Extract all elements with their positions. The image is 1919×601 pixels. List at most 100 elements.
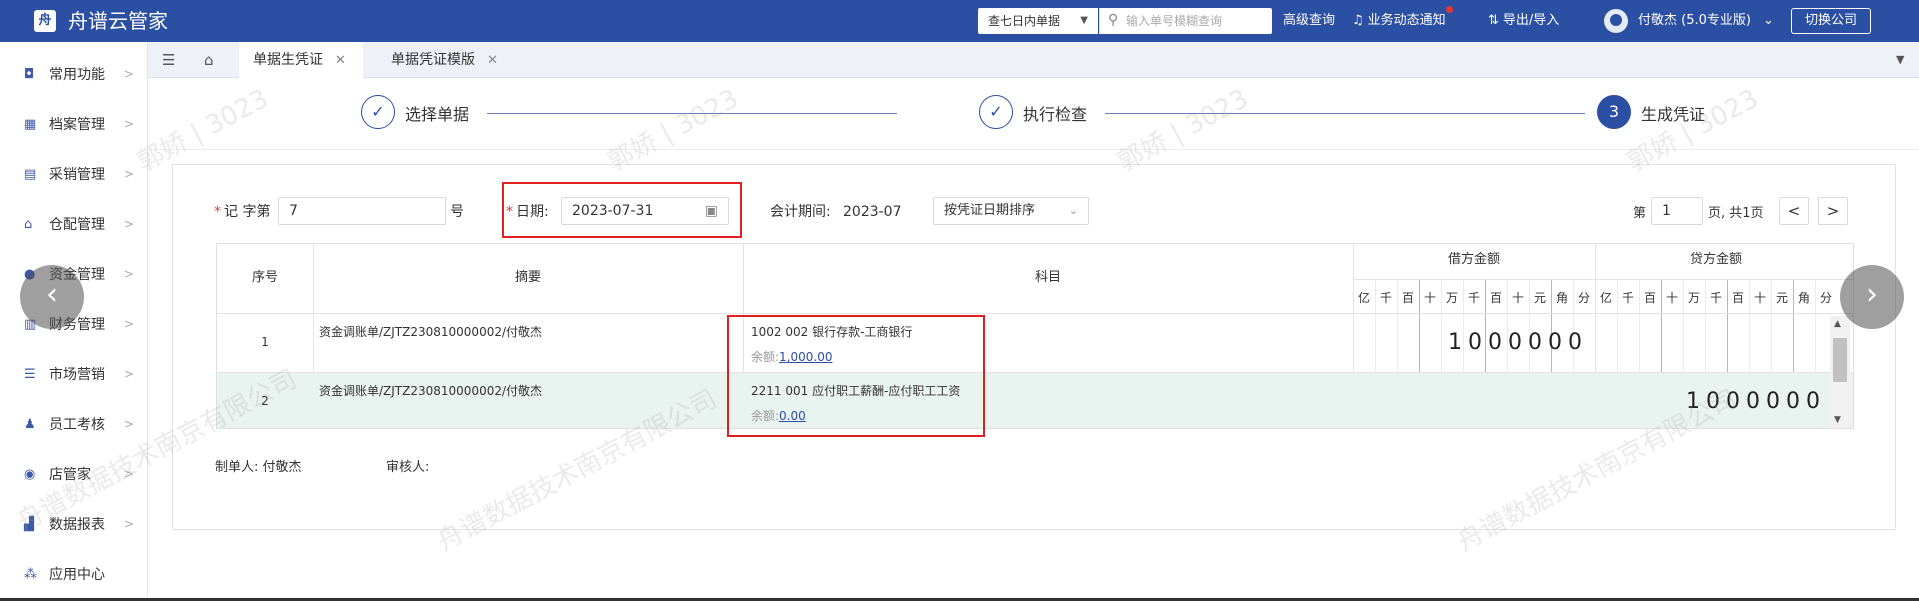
table-row[interactable]: 2 资金调账单/ZJTZ230810000002/付敬杰 2211 001 应付… <box>217 372 1853 428</box>
sidebar-item-archives[interactable]: ▦ 档案管理 > <box>0 100 147 150</box>
digit-unit-header: 十 <box>1423 291 1436 305</box>
digit-unit-header: 十 <box>1665 291 1678 305</box>
carousel-prev-button[interactable]: ‹ <box>20 265 84 329</box>
required-mark: * <box>506 204 513 220</box>
close-icon[interactable]: ✕ <box>335 53 346 68</box>
digit-unit-header: 角 <box>1555 291 1568 305</box>
advanced-search-link[interactable]: 高级查询 <box>1283 13 1335 29</box>
sidebar-item-label: 采销管理 <box>49 167 105 183</box>
check-icon: ✓ <box>979 95 1013 129</box>
header-index: 序号 <box>251 270 278 285</box>
row-summary: 资金调账单/ZJTZ230810000002/付敬杰 <box>319 384 543 398</box>
people-icon: ♟ <box>24 417 36 432</box>
step-label: 选择单据 <box>405 105 470 124</box>
store-icon: ◉ <box>24 467 36 482</box>
notifications-button[interactable]: ♫ 业务动态通知 <box>1352 13 1446 29</box>
home-icon[interactable]: ⌂ <box>204 42 214 78</box>
digit-unit-header: 百 <box>1489 291 1502 305</box>
page-prefix: 第 <box>1633 206 1647 221</box>
date-input[interactable]: 2023-07-31 ▣ <box>561 197 729 225</box>
apps-icon: ⁂ <box>24 567 37 582</box>
chevron-right-icon: > <box>124 517 135 531</box>
tab-voucher-template[interactable]: 单据凭证模版 ✕ <box>377 42 517 78</box>
row-debit-amount[interactable]: 1000000 <box>1448 330 1588 356</box>
row-index: 1 <box>261 335 269 349</box>
sidebar-item-marketing[interactable]: ☰ 市场营销 > <box>0 350 147 400</box>
account-highlight-box <box>727 315 985 437</box>
chevron-down-icon: ⌄ <box>1068 204 1078 217</box>
scrollbar-thumb[interactable] <box>1833 338 1847 382</box>
sidebar-item-label: 应用中心 <box>49 567 105 583</box>
chevron-right-icon: > <box>124 217 135 231</box>
tab-voucher-generation[interactable]: 单据生凭证 ✕ <box>239 42 363 78</box>
voucher-suffix-label: 号 <box>450 204 464 220</box>
sidebar-item-staff[interactable]: ♟ 员工考核 > <box>0 400 147 450</box>
import-export-label: 导出/导入 <box>1502 13 1560 28</box>
sidebar-item-store[interactable]: ◉ 店管家 > <box>0 450 147 500</box>
scroll-down-icon[interactable]: ▼ <box>1834 415 1841 425</box>
sidebar-item-warehouse[interactable]: ⌂ 仓配管理 > <box>0 200 147 250</box>
digit-unit-header: 亿 <box>1599 291 1612 305</box>
sidebar-item-common[interactable]: ◘ 常用功能 > <box>0 50 147 100</box>
digit-unit-header: 千 <box>1709 291 1722 305</box>
sidebar: ◘常用功能> ▦档案管理> ▤采销管理> ⌂仓配管理> ●资金管理> ▥财务管理… <box>0 42 148 601</box>
next-page-button[interactable]: > <box>1818 197 1848 225</box>
period-label: 会计期间: <box>770 204 831 220</box>
period-value: 2023-07 <box>843 204 902 220</box>
date-value: 2023-07-31 <box>572 203 654 219</box>
logo-icon: 舟 <box>34 10 56 32</box>
step-label: 执行检查 <box>1023 105 1088 124</box>
chevron-right-icon: > <box>124 67 135 81</box>
table-scrollbar[interactable]: ▲ ▼ <box>1830 316 1850 428</box>
digit-unit-header: 角 <box>1797 291 1810 305</box>
table-row[interactable]: 1 资金调账单/ZJTZ230810000002/付敬杰 1002 002 银行… <box>217 313 1853 372</box>
user-menu[interactable]: 付敬杰 (5.0专业版) ⌄ <box>1638 13 1774 29</box>
digit-unit-header: 元 <box>1775 291 1788 305</box>
avatar[interactable] <box>1604 9 1628 33</box>
sidebar-item-label: 数据报表 <box>49 517 105 533</box>
digit-unit-header: 百 <box>1401 291 1414 305</box>
header-credit: 贷方金额 <box>1689 252 1742 267</box>
digit-unit-header: 千 <box>1467 291 1480 305</box>
shop-icon: ☰ <box>24 367 36 382</box>
scroll-up-icon[interactable]: ▲ <box>1834 319 1841 329</box>
date-range-select[interactable]: 查七日内单据 ▼ <box>978 8 1098 34</box>
user-name: 付敬杰 (5.0专业版) <box>1638 13 1751 28</box>
tab-label: 单据生凭证 <box>253 52 323 68</box>
digit-unit-header: 元 <box>1533 291 1546 305</box>
close-icon[interactable]: ✕ <box>487 53 498 68</box>
search-input[interactable] <box>1126 11 1266 31</box>
voucher-number-input[interactable]: 7 <box>278 197 446 225</box>
tab-bar: ☰ ⌂ 单据生凭证 ✕ 单据凭证模版 ✕ ▼ <box>148 42 1919 78</box>
sidebar-item-reports[interactable]: ▟ 数据报表 > <box>0 500 147 550</box>
digit-unit-header: 千 <box>1379 291 1392 305</box>
import-export-button[interactable]: ⇅ 导出/导入 <box>1488 13 1559 29</box>
sidebar-item-label: 档案管理 <box>49 117 105 133</box>
switch-company-button[interactable]: 切换公司 <box>1791 8 1871 34</box>
caret-down-icon: ▼ <box>1080 15 1088 26</box>
digit-unit-header: 分 <box>1819 291 1832 305</box>
sort-select-value: 按凭证日期排序 <box>944 203 1036 218</box>
step-label: 生成凭证 <box>1641 105 1706 124</box>
calendar-icon[interactable]: ▣ <box>705 198 718 224</box>
digit-unit-header: 万 <box>1445 291 1458 305</box>
chevron-right-icon: > <box>124 267 135 281</box>
header-summary: 摘要 <box>514 270 541 285</box>
row-credit-amount[interactable]: 1000000 <box>1686 389 1826 415</box>
prev-page-button[interactable]: < <box>1779 197 1809 225</box>
monitor-icon: ◘ <box>24 67 35 82</box>
page-number-input[interactable]: 1 <box>1651 197 1703 225</box>
chevron-down-icon[interactable]: ▼ <box>1896 42 1904 78</box>
sidebar-item-label: 仓配管理 <box>49 217 105 233</box>
carousel-next-button[interactable]: › <box>1840 265 1904 329</box>
sort-select[interactable]: 按凭证日期排序 ⌄ <box>933 197 1089 225</box>
sidebar-item-label: 店管家 <box>49 467 91 483</box>
sidebar-item-purchase-sales[interactable]: ▤ 采销管理 > <box>0 150 147 200</box>
sidebar-item-apps[interactable]: ⁂ 应用中心 <box>0 550 147 600</box>
menu-toggle-icon[interactable]: ☰ <box>162 42 175 78</box>
bell-icon: ♫ <box>1352 13 1364 28</box>
digit-unit-header: 百 <box>1643 291 1656 305</box>
chevron-right-icon: > <box>124 117 135 131</box>
voucher-prefix-text: 记 字第 <box>224 204 271 220</box>
digit-unit-header: 万 <box>1687 291 1700 305</box>
